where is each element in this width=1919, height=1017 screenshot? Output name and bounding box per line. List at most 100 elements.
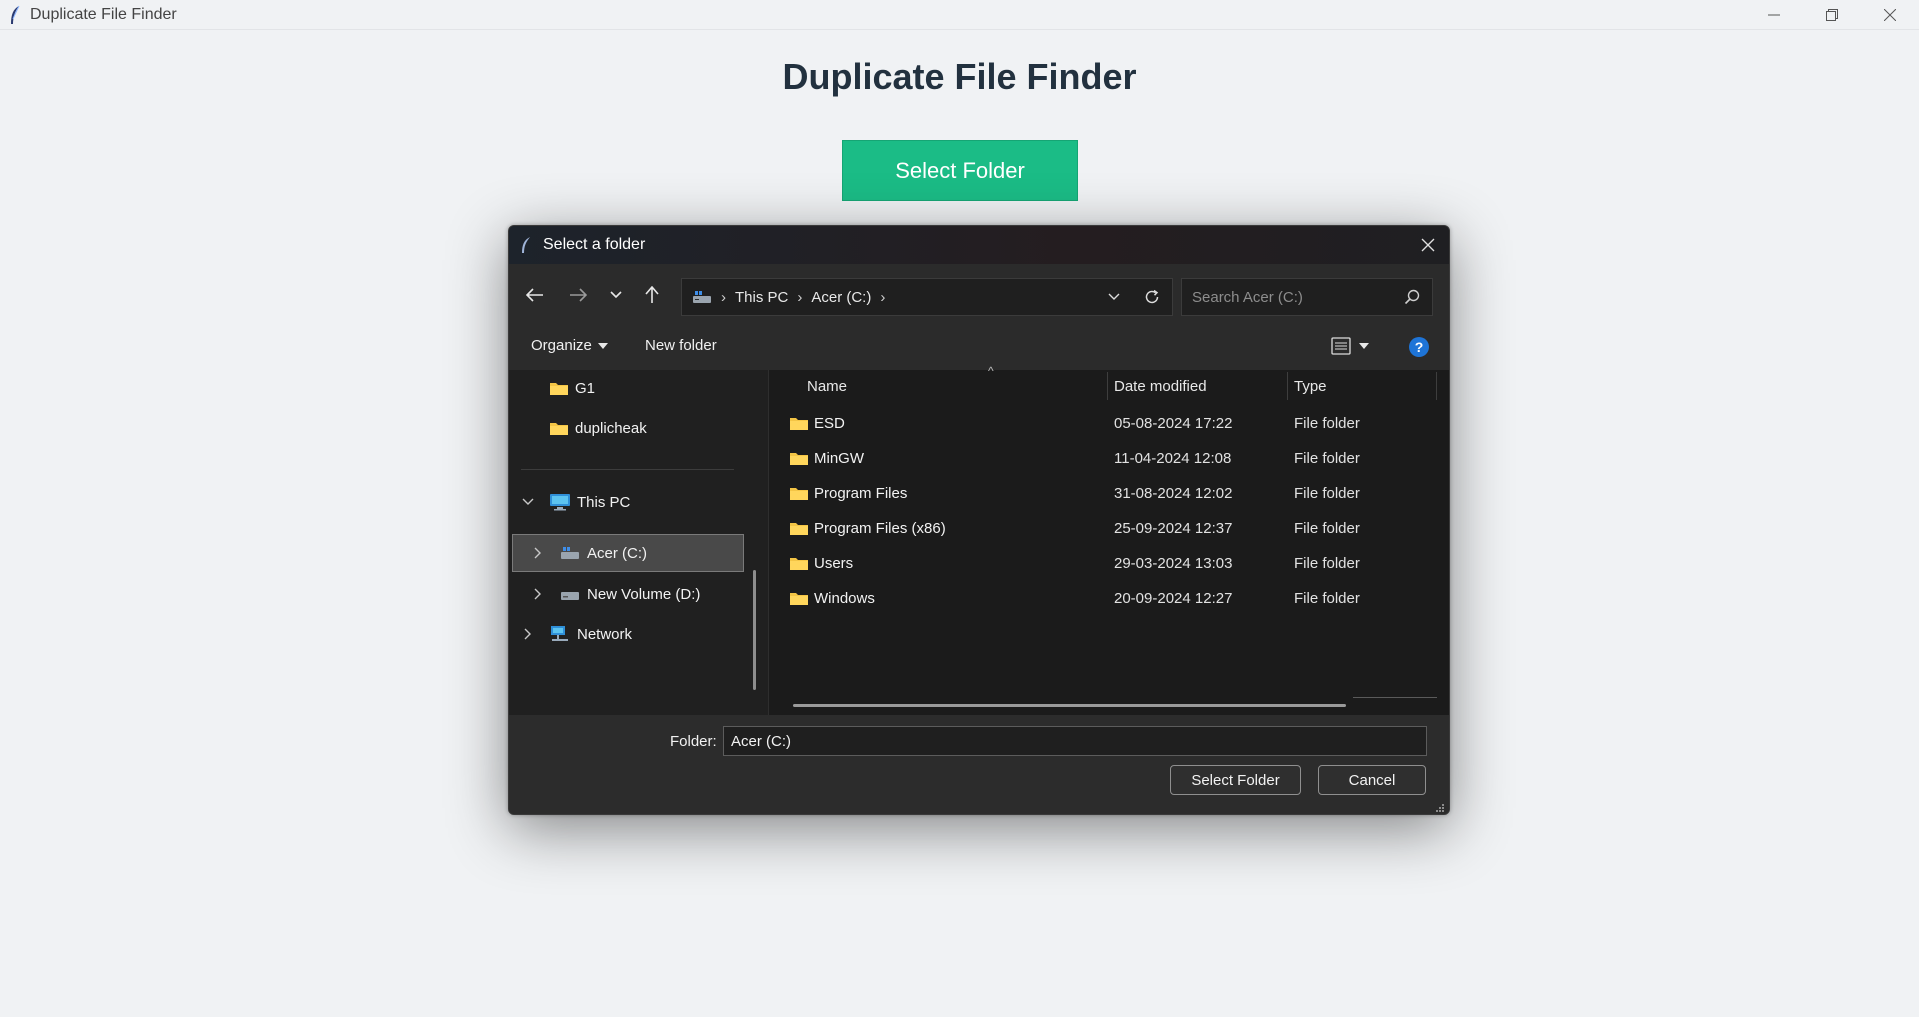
navigation-bar: › This PC › Acer (C:) › Search Acer (C:) bbox=[509, 264, 1449, 324]
breadcrumb-separator: › bbox=[721, 288, 726, 306]
folder-icon bbox=[789, 520, 809, 536]
feather-icon bbox=[521, 237, 533, 253]
new-folder-button[interactable]: New folder bbox=[645, 337, 717, 354]
tree-item-this-pc[interactable]: This PC bbox=[509, 484, 749, 520]
chevron-down-icon bbox=[1359, 343, 1369, 349]
file-type: File folder bbox=[1294, 449, 1360, 467]
help-icon[interactable]: ? bbox=[1409, 337, 1429, 357]
organize-label: Organize bbox=[531, 337, 592, 354]
search-input[interactable]: Search Acer (C:) bbox=[1181, 278, 1433, 316]
computer-icon bbox=[549, 493, 571, 511]
tree-item-duplicheak[interactable]: duplicheak bbox=[549, 410, 647, 446]
file-name: Program Files (x86) bbox=[814, 519, 946, 537]
folder-icon bbox=[789, 450, 809, 466]
drive-icon bbox=[560, 587, 580, 601]
column-divider[interactable] bbox=[1436, 372, 1437, 400]
recent-locations-chevron-icon[interactable] bbox=[603, 282, 629, 308]
file-name: MinGW bbox=[814, 449, 864, 467]
address-bar[interactable]: › This PC › Acer (C:) › bbox=[681, 278, 1173, 316]
resize-grip-icon[interactable] bbox=[1435, 800, 1445, 812]
chevron-right-icon[interactable] bbox=[521, 628, 535, 640]
file-list: Name ^ Date modified Type ESD 05-08-2024… bbox=[769, 364, 1449, 715]
chevron-down-icon[interactable] bbox=[521, 498, 535, 506]
search-icon[interactable] bbox=[1404, 289, 1420, 309]
file-row[interactable]: Users 29-03-2024 13:03 File folder bbox=[769, 546, 1449, 580]
maximize-icon[interactable] bbox=[1803, 0, 1861, 29]
drive-icon bbox=[560, 546, 580, 560]
folder-icon bbox=[789, 555, 809, 571]
search-placeholder: Search Acer (C:) bbox=[1192, 288, 1303, 306]
tree-scrollbar[interactable] bbox=[753, 570, 756, 690]
view-options-button[interactable] bbox=[1331, 337, 1369, 355]
file-name: Windows bbox=[814, 589, 875, 607]
column-header-type[interactable]: Type bbox=[1294, 370, 1327, 402]
column-header-date[interactable]: Date modified bbox=[1114, 370, 1207, 402]
app-titlebar: Duplicate File Finder bbox=[0, 0, 1919, 30]
file-date: 31-08-2024 12:02 bbox=[1114, 484, 1233, 502]
feather-icon bbox=[6, 4, 24, 26]
refresh-icon[interactable] bbox=[1132, 289, 1172, 305]
file-name: Users bbox=[814, 554, 854, 572]
file-name: ESD bbox=[814, 414, 845, 432]
close-icon[interactable] bbox=[1861, 0, 1919, 29]
dialog-close-icon[interactable] bbox=[1415, 232, 1441, 258]
file-date: 05-08-2024 17:22 bbox=[1114, 414, 1233, 432]
folder-icon bbox=[789, 590, 809, 606]
forward-arrow-icon[interactable] bbox=[565, 282, 591, 308]
cancel-button[interactable]: Cancel bbox=[1318, 765, 1426, 795]
tree-divider bbox=[521, 469, 734, 470]
window-controls bbox=[1745, 0, 1919, 29]
file-date: 29-03-2024 13:03 bbox=[1114, 554, 1233, 572]
file-row[interactable]: Program Files (x86) 25-09-2024 12:37 Fil… bbox=[769, 511, 1449, 545]
column-divider[interactable] bbox=[1287, 372, 1288, 400]
file-type: File folder bbox=[1294, 589, 1360, 607]
tree-item-acer-c[interactable]: Acer (C:) bbox=[509, 535, 749, 571]
command-bar: Organize New folder ? bbox=[509, 324, 1449, 371]
tree-item-new-volume-d[interactable]: New Volume (D:) bbox=[509, 576, 749, 612]
folder-label: Folder: bbox=[670, 733, 717, 750]
column-divider[interactable] bbox=[1107, 372, 1108, 400]
file-row[interactable]: ESD 05-08-2024 17:22 File folder bbox=[769, 406, 1449, 440]
file-row[interactable]: Program Files 31-08-2024 12:02 File fold… bbox=[769, 476, 1449, 510]
minimize-icon[interactable] bbox=[1745, 0, 1803, 29]
navigation-tree: G1 duplicheak This PC Acer (C:) New Volu… bbox=[509, 370, 769, 715]
tree-item-label: New Volume (D:) bbox=[587, 585, 701, 603]
page-title: Duplicate File Finder bbox=[782, 56, 1137, 97]
select-folder-dialog: Select a folder › This PC › Acer (C:) › bbox=[508, 225, 1450, 815]
folder-icon bbox=[789, 415, 809, 431]
tree-item-label: Network bbox=[577, 625, 633, 643]
breadcrumb-separator: › bbox=[880, 288, 886, 306]
tree-item-label: duplicheak bbox=[575, 419, 647, 437]
address-history-chevron-icon[interactable] bbox=[1096, 293, 1132, 301]
folder-icon bbox=[549, 420, 569, 436]
file-type: File folder bbox=[1294, 484, 1360, 502]
file-type: File folder bbox=[1294, 554, 1360, 572]
column-header-label: Name bbox=[807, 377, 848, 395]
tree-item-network[interactable]: Network bbox=[509, 616, 749, 652]
chevron-right-icon[interactable] bbox=[531, 588, 545, 600]
tree-item-label: Acer (C:) bbox=[587, 544, 647, 562]
tree-item-label: G1 bbox=[575, 379, 596, 397]
app-window-title: Duplicate File Finder bbox=[30, 5, 177, 23]
file-type: File folder bbox=[1294, 519, 1360, 537]
breadcrumb-acer-c[interactable]: Acer (C:) bbox=[811, 289, 871, 306]
tree-item-g1[interactable]: G1 bbox=[549, 370, 595, 406]
select-folder-confirm-button[interactable]: Select Folder bbox=[1170, 765, 1301, 795]
select-folder-button[interactable]: Select Folder bbox=[842, 140, 1078, 201]
file-row[interactable]: MinGW 11-04-2024 12:08 File folder bbox=[769, 441, 1449, 475]
back-arrow-icon[interactable] bbox=[522, 282, 548, 308]
file-row[interactable]: Windows 20-09-2024 12:27 File folder bbox=[769, 581, 1449, 615]
folder-field[interactable]: Acer (C:) bbox=[723, 726, 1427, 756]
up-arrow-icon[interactable] bbox=[639, 282, 665, 308]
file-date: 11-04-2024 12:08 bbox=[1114, 449, 1232, 467]
scrollbar-track bbox=[1353, 697, 1437, 698]
network-icon bbox=[549, 625, 571, 643]
organize-menu[interactable]: Organize bbox=[531, 337, 608, 354]
column-header-name[interactable]: Name ^ bbox=[807, 364, 994, 402]
chevron-right-icon[interactable] bbox=[531, 547, 545, 559]
file-list-scrollbar[interactable] bbox=[793, 704, 1346, 707]
breadcrumb-this-pc[interactable]: This PC bbox=[735, 289, 788, 306]
sort-ascending-icon: ^ bbox=[988, 364, 994, 378]
dialog-title: Select a folder bbox=[543, 236, 646, 253]
file-date: 25-09-2024 12:37 bbox=[1114, 519, 1233, 537]
